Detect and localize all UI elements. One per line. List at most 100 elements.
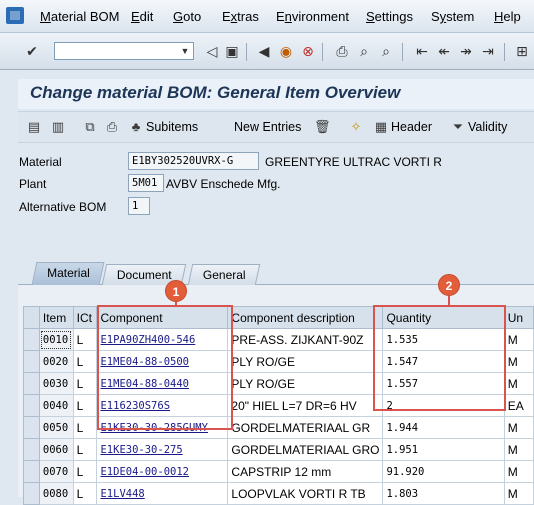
- item-cell[interactable]: 0040: [38, 394, 74, 417]
- application-toolbar: ▤ ▥ ⧉ ⎙ ♣ Subitems New Entries 🗑 ✧ ▦ Hea…: [18, 111, 534, 143]
- menu-material-bom[interactable]: Material BOM: [40, 9, 119, 24]
- component-cell[interactable]: E1LV448: [96, 482, 229, 505]
- print-icon[interactable]: ⎙: [334, 43, 350, 59]
- header-icon[interactable]: ▦: [373, 119, 389, 135]
- row-selector-header[interactable]: [23, 306, 40, 329]
- component-description-cell: PRE-ASS. ZIJKANT-90Z: [227, 328, 384, 351]
- alternative-bom-label: Alternative BOM: [19, 200, 107, 214]
- item-category-cell[interactable]: L: [72, 438, 98, 461]
- tab-general[interactable]: General: [187, 264, 261, 285]
- unit-cell[interactable]: EA: [503, 394, 534, 417]
- menu-environment[interactable]: Environment: [276, 9, 349, 24]
- row-selector[interactable]: [23, 416, 40, 439]
- row-selector[interactable]: [23, 394, 40, 417]
- validity-button[interactable]: Validity: [468, 120, 507, 134]
- quantity-highlight-box: [373, 305, 506, 411]
- unit-cell[interactable]: M: [503, 328, 534, 351]
- last-page-icon[interactable]: ⇥: [480, 43, 496, 59]
- row-selector[interactable]: [23, 438, 40, 461]
- copy-icon[interactable]: ⧉: [82, 119, 98, 135]
- quantity-cell[interactable]: 91.920: [382, 460, 505, 483]
- tab-document-label: Document: [116, 268, 172, 282]
- new-entries-button[interactable]: New Entries: [234, 120, 301, 134]
- display-change-icon[interactable]: ▤: [26, 119, 42, 135]
- component-description-cell: PLY RO/GE: [227, 350, 384, 373]
- menu-goto[interactable]: Goto: [173, 9, 201, 24]
- plant-field[interactable]: 5M01: [128, 174, 164, 192]
- material-field[interactable]: E1BY302520UVRX-G: [128, 152, 259, 170]
- alternative-bom-field[interactable]: 1: [128, 197, 150, 215]
- exit-icon[interactable]: ◉: [278, 43, 294, 59]
- enter-checkmark-icon[interactable]: ✔: [24, 43, 40, 59]
- unit-cell[interactable]: M: [503, 438, 534, 461]
- sap-menu-icon[interactable]: [6, 7, 24, 24]
- column-header-unit[interactable]: Un: [503, 306, 534, 329]
- quantity-cell[interactable]: 1.951: [382, 438, 505, 461]
- item-cell[interactable]: 0010: [38, 328, 74, 351]
- header-button[interactable]: Header: [391, 120, 432, 134]
- column-header-item[interactable]: Item: [38, 306, 74, 329]
- menu-edit[interactable]: Edit: [131, 9, 153, 24]
- item-category-cell[interactable]: L: [72, 328, 98, 351]
- quantity-cell[interactable]: 1.803: [382, 482, 505, 505]
- next-page-icon[interactable]: ↠: [458, 43, 474, 59]
- back-arrow-icon[interactable]: ◁: [204, 43, 220, 59]
- item-category-cell[interactable]: L: [72, 350, 98, 373]
- item-category-cell[interactable]: L: [72, 482, 98, 505]
- subitems-button[interactable]: Subitems: [146, 120, 198, 134]
- item-cell[interactable]: 0050: [38, 416, 74, 439]
- command-field[interactable]: ▼: [54, 42, 194, 60]
- filter-icon[interactable]: ⏷: [450, 119, 466, 135]
- item-cell[interactable]: 0030: [38, 372, 74, 395]
- system-toolbar: ✔ ▼ ◁ ▣ ◀ ◉ ⊗ ⎙ ⌕ ⌕ ⇤ ↞ ↠ ⇥ ⊞: [0, 33, 534, 70]
- menu-settings[interactable]: Settings: [366, 9, 413, 24]
- item-detail-icon[interactable]: ▥: [50, 119, 66, 135]
- row-selector[interactable]: [23, 460, 40, 483]
- delete-icon[interactable]: 🗑: [314, 119, 331, 135]
- item-category-cell[interactable]: L: [72, 416, 98, 439]
- row-selector[interactable]: [23, 372, 40, 395]
- quantity-cell[interactable]: 1.944: [382, 416, 505, 439]
- row-selector[interactable]: [23, 482, 40, 505]
- item-cell[interactable]: 0020: [38, 350, 74, 373]
- toolbar-separator: [402, 43, 403, 61]
- column-header-ict[interactable]: ICt: [72, 306, 98, 329]
- item-cell[interactable]: 0060: [38, 438, 74, 461]
- item-cell[interactable]: 0080: [38, 482, 74, 505]
- table-row[interactable]: 0080 L E1LV448 LOOPVLAK VORTI R TB 1.803 M: [23, 482, 534, 505]
- menu-extras[interactable]: Extras: [222, 9, 259, 24]
- where-used-icon[interactable]: ✧: [348, 119, 364, 135]
- chevron-down-icon[interactable]: ▼: [178, 44, 192, 58]
- find-icon[interactable]: ⌕: [356, 43, 372, 59]
- first-page-icon[interactable]: ⇤: [414, 43, 430, 59]
- component-cell[interactable]: E1KE30-30-275: [96, 438, 229, 461]
- column-header-component-description[interactable]: Component description: [227, 306, 384, 329]
- item-cell[interactable]: 0070: [38, 460, 74, 483]
- table-row[interactable]: 0070 L E1DE04-00-0012 CAPSTRIP 12 mm 91.920 M: [23, 460, 534, 483]
- save-icon[interactable]: ▣: [224, 43, 240, 59]
- unit-cell[interactable]: M: [503, 460, 534, 483]
- page-title: Change material BOM: General Item Overvi…: [30, 83, 401, 102]
- subitems-icon[interactable]: ♣: [128, 119, 144, 135]
- print-preview-icon[interactable]: ⎙: [104, 119, 120, 135]
- row-selector[interactable]: [23, 350, 40, 373]
- cancel-icon[interactable]: ⊗: [300, 43, 316, 59]
- find-next-icon[interactable]: ⌕: [378, 43, 394, 59]
- menu-help[interactable]: Help: [494, 9, 521, 24]
- item-category-cell[interactable]: L: [72, 394, 98, 417]
- unit-cell[interactable]: M: [503, 350, 534, 373]
- back-icon[interactable]: ◀: [256, 43, 272, 59]
- table-row[interactable]: 0060 L E1KE30-30-275 GORDELMATERIAAL GRO 1.9…: [23, 438, 534, 461]
- component-cell[interactable]: E1DE04-00-0012: [96, 460, 229, 483]
- menu-system[interactable]: System: [431, 9, 474, 24]
- component-description-cell: PLY RO/GE: [227, 372, 384, 395]
- unit-cell[interactable]: M: [503, 372, 534, 395]
- row-selector[interactable]: [23, 328, 40, 351]
- previous-page-icon[interactable]: ↞: [436, 43, 452, 59]
- unit-cell[interactable]: M: [503, 416, 534, 439]
- item-category-cell[interactable]: L: [72, 460, 98, 483]
- tab-material[interactable]: Material: [31, 262, 105, 285]
- new-session-icon[interactable]: ⊞: [514, 43, 530, 59]
- item-category-cell[interactable]: L: [72, 372, 98, 395]
- unit-cell[interactable]: M: [503, 482, 534, 505]
